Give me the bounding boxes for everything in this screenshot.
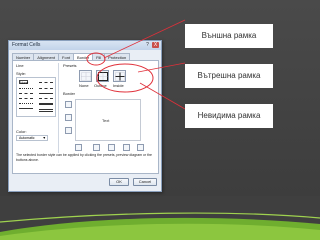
annotation-outer-border: Външна рамка	[185, 24, 273, 48]
pointer-line-outer	[103, 19, 186, 59]
pointer-line-none	[139, 82, 186, 110]
annotation-invisible-border: Невидима рамка	[185, 104, 273, 128]
border-tab-highlight	[86, 52, 106, 66]
pointer-line-inner	[137, 62, 186, 73]
presets-highlight	[96, 63, 154, 93]
annotation-inner-border: Вътрешна рамка	[185, 64, 273, 88]
